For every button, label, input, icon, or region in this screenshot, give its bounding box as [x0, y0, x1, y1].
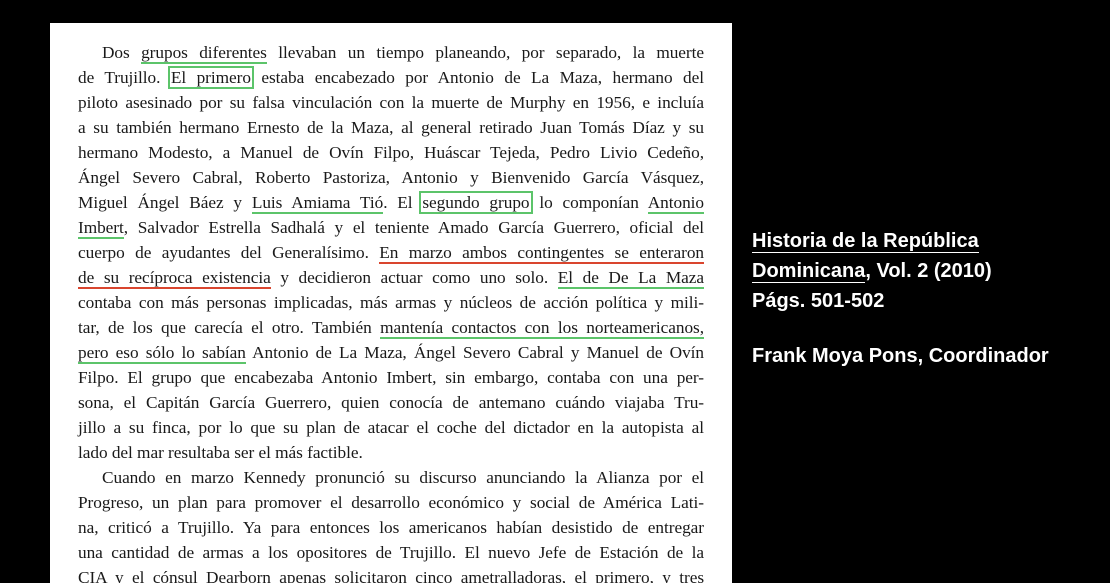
text-line: de su recíproca existencia y decidieron … [78, 268, 705, 289]
red-underline-highlight: de su recíproca existencia [78, 268, 271, 289]
book-title-line-1: Historia de la República [752, 226, 1049, 256]
text-line: a su también hermano Ernesto de la Maza,… [78, 118, 704, 137]
book-text: Dos grupos diferentes llevaban un tiempo… [78, 40, 704, 583]
book-title-line-2: Dominicana, Vol. 2 (2010) [752, 256, 1049, 286]
paragraph-1: Dos grupos diferentes llevaban un tiempo… [78, 40, 704, 465]
author-role: , Coordinador [917, 345, 1049, 367]
text-line: tar, de los que carecía el otro. También… [78, 318, 704, 339]
text-line: CIA y el cónsul Dearborn apenas solicita… [78, 568, 704, 583]
green-underline-highlight: mantenía contactos con los norteamerican… [380, 318, 704, 339]
text-line: Ángel Severo Cabral, Roberto Pastoriza, … [78, 168, 704, 187]
text-line: na, criticó a Trujillo. Ya para entonces… [78, 518, 704, 537]
text-line: Filpo. El grupo que encabezaba Antonio I… [78, 368, 704, 387]
red-underline-highlight: En marzo ambos contingentes se enteraron [379, 243, 704, 264]
author-name: Frank Moya Pons [752, 345, 918, 367]
text-line: hermano Modesto, a Manuel de Ovín Filpo,… [78, 143, 704, 162]
green-box-highlight: segundo grupo [419, 191, 533, 214]
text-line: jillo a su finca, por lo que su plan de … [78, 418, 704, 437]
pages-reference: Págs. 501-502 [752, 290, 885, 312]
green-box-highlight: El primero [167, 66, 254, 89]
source-caption: Historia de la República Dominicana, Vol… [752, 226, 1049, 371]
volume-year: , Vol. 2 (2010) [865, 260, 992, 282]
author-line: Frank Moya Pons, Coordinador [752, 341, 1049, 371]
green-underline-highlight: pero eso sólo lo sabían [78, 343, 246, 364]
green-underline-highlight: Imbert [78, 218, 124, 239]
green-underline-highlight: Antonio [647, 193, 704, 214]
paragraph-2: Cuando en marzo Kennedy pronunció su dis… [78, 465, 704, 583]
green-underline-highlight: grupos diferentes [141, 43, 267, 64]
green-underline-highlight: Luis Amiama Tió [251, 193, 384, 214]
text-line: Miguel Ángel Báez y Luis Amiama Tió. El … [78, 191, 704, 214]
text-line: pero eso sólo lo sabían Antonio de La Ma… [78, 343, 704, 364]
text-line: lado del mar resultaba ser el más factib… [78, 443, 363, 462]
book-title-continued: Dominicana [752, 260, 866, 283]
text-line: de Trujillo. El primero estaba encabezad… [78, 66, 704, 89]
text-line: Cuando en marzo Kennedy pronunció su dis… [102, 468, 704, 487]
text-line: Dos grupos diferentes llevaban un tiempo… [102, 43, 705, 64]
text-line: Imbert, Salvador Estrella Sadhalá y el t… [78, 218, 704, 239]
text-line: sona, el Capitán García Guerrero, quien … [78, 393, 704, 412]
text-line: piloto asesinado por su falsa vinculació… [78, 93, 704, 112]
text-line: cuerpo de ayudantes del Generalísimo. En… [78, 243, 704, 264]
book-page-scan: Dos grupos diferentes llevaban un tiempo… [50, 23, 732, 583]
text-line: Progreso, un plan para promover el desar… [78, 493, 704, 512]
book-title: Historia de la República [752, 230, 979, 253]
text-line: una cantidad de armas a los opositores d… [78, 543, 704, 562]
green-underline-highlight: El de De La Maza [557, 268, 705, 289]
text-line: contaba con más personas implicadas, más… [78, 293, 704, 312]
